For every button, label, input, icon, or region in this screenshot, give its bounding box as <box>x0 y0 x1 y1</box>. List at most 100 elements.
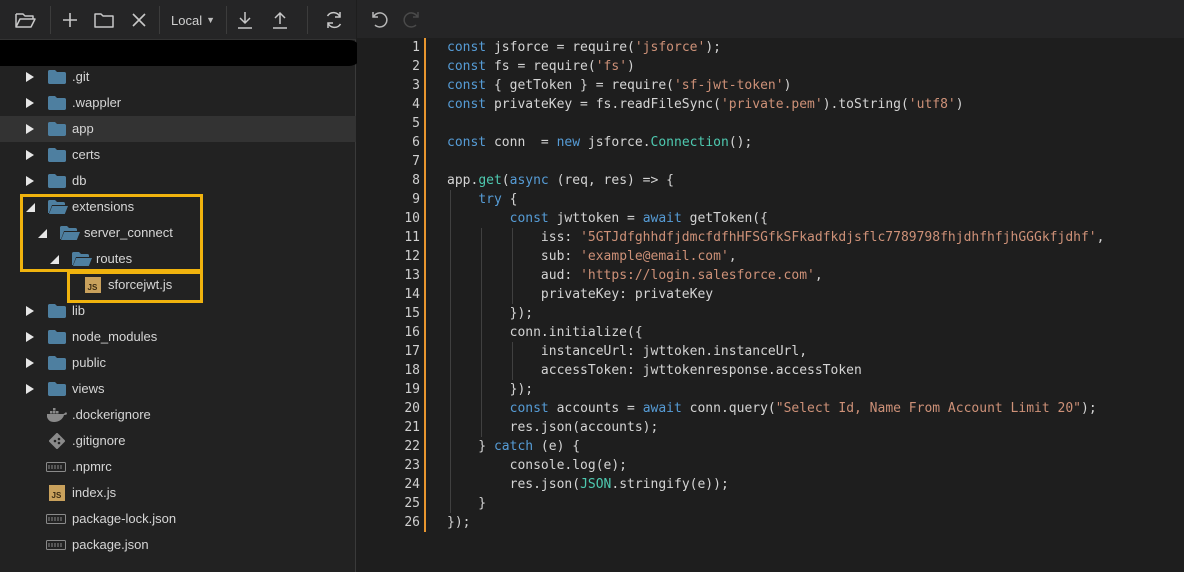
redo-icon[interactable] <box>402 9 422 29</box>
line-number: 15 <box>404 306 420 321</box>
close-icon[interactable] <box>129 8 149 32</box>
folder-public[interactable]: public <box>0 350 356 376</box>
line-number: 19 <box>404 382 420 397</box>
undo-icon[interactable] <box>369 9 389 29</box>
line-number: 8 <box>412 173 420 188</box>
folder-git[interactable]: .git <box>0 64 356 90</box>
code-text: } catch (e) { <box>447 439 581 454</box>
tree-item-label: .dockerignore <box>72 407 151 422</box>
code-editor: 1 const jsforce = require('jsforce'); 2 con… <box>357 0 1184 572</box>
svg-text:JS: JS <box>88 283 98 292</box>
folder-views[interactable]: views <box>0 376 356 402</box>
code-text: sub: 'example@email.com', <box>447 249 737 264</box>
file-package-lock-json[interactable]: package-lock.json <box>0 506 356 532</box>
tree-item-label: index.js <box>72 485 117 500</box>
code-line: 10 const jwttoken = await getToken({ <box>357 209 1184 228</box>
chevron-down-icon[interactable] <box>47 246 61 272</box>
code-area[interactable]: 1 const jsforce = require('jsforce'); 2 con… <box>357 38 1184 572</box>
line-number: 12 <box>404 249 420 264</box>
chevron-right-icon[interactable] <box>23 142 37 168</box>
open-folder-icon[interactable] <box>14 8 38 32</box>
git-icon <box>49 428 65 454</box>
code-text: aud: 'https://login.salesforce.com', <box>447 268 823 283</box>
tree-item-label: views <box>72 381 105 396</box>
folder-icon <box>48 64 66 90</box>
code-line: 2 const fs = require('fs') <box>357 57 1184 76</box>
chevron-right-icon[interactable] <box>23 90 37 116</box>
code-text: iss: '5GTJdfghhdfjdmcfdfhHFSGfkSFkadfkdj… <box>447 230 1105 245</box>
code-text: const conn = new jsforce.Connection(); <box>447 135 753 150</box>
line-number: 10 <box>404 211 420 226</box>
folder-extensions[interactable]: extensions <box>0 194 356 220</box>
folder-server-connect[interactable]: server_connect <box>0 220 356 246</box>
code-text: const fs = require('fs') <box>447 59 635 74</box>
folder-icon <box>48 142 66 168</box>
line-number: 9 <box>412 192 420 207</box>
code-text: app.get(async (req, res) => { <box>447 173 674 188</box>
docker-icon <box>46 402 68 428</box>
chevron-right-icon[interactable] <box>23 64 37 90</box>
folder-node-modules[interactable]: node_modules <box>0 324 356 350</box>
tree-item-label: .git <box>72 69 90 84</box>
new-folder-icon[interactable] <box>93 8 115 32</box>
file-icon <box>46 532 66 558</box>
indent-guide <box>450 190 451 513</box>
code-line: 22 } catch (e) { <box>357 437 1184 456</box>
line-number: 17 <box>404 344 420 359</box>
folder-open-icon <box>60 220 80 246</box>
folder-certs[interactable]: certs <box>0 142 356 168</box>
file-sforcejwt-js[interactable]: JS sforcejwt.js <box>0 272 356 298</box>
folder-icon <box>48 90 66 116</box>
folder-icon <box>48 168 66 194</box>
chevron-right-icon[interactable] <box>23 168 37 194</box>
file-package-json[interactable]: package.json <box>0 532 356 558</box>
svg-text:JS: JS <box>52 491 62 500</box>
chevron-down-icon: ▼ <box>206 15 215 25</box>
chevron-right-icon[interactable] <box>23 324 37 350</box>
chevron-right-icon[interactable] <box>23 298 37 324</box>
chevron-right-icon[interactable] <box>23 376 37 402</box>
folder-wappler[interactable]: .wappler <box>0 90 356 116</box>
file-explorer-panel: Local ▼ .git .wappler app certs db extensions… <box>0 0 362 572</box>
folder-app[interactable]: app <box>0 116 356 142</box>
code-line: 24 res.json(JSON.stringify(e)); <box>357 475 1184 494</box>
code-text: const jwttoken = await getToken({ <box>509 211 768 226</box>
refresh-icon[interactable] <box>322 8 346 32</box>
code-text: }); <box>447 306 534 321</box>
location-select[interactable]: Local ▼ <box>168 8 218 32</box>
code-text: console.log(e); <box>447 458 628 473</box>
chevron-down-icon[interactable] <box>35 220 49 246</box>
code-text: }); <box>447 382 534 397</box>
code-line: 9 try { <box>357 190 1184 209</box>
file-icon <box>46 506 66 532</box>
folder-db[interactable]: db <box>0 168 356 194</box>
chevron-right-icon[interactable] <box>23 116 37 142</box>
folder-lib[interactable]: lib <box>0 298 356 324</box>
tree-item-label: certs <box>72 147 101 162</box>
folder-routes[interactable]: routes <box>0 246 356 272</box>
line-number: 16 <box>404 325 420 340</box>
code-text: res.json(JSON.stringify(e)); <box>447 477 729 492</box>
line-number: 18 <box>404 363 420 378</box>
line-number: 11 <box>404 230 420 245</box>
upload-icon[interactable] <box>270 8 290 32</box>
file-index-js[interactable]: JS index.js <box>0 480 356 506</box>
tree-item-label: node_modules <box>72 329 158 344</box>
code-text: res.json(accounts); <box>447 420 659 435</box>
chevron-right-icon[interactable] <box>23 350 37 376</box>
code-text: try { <box>478 192 518 207</box>
line-number: 20 <box>404 401 420 416</box>
new-file-icon[interactable] <box>60 8 80 32</box>
download-icon[interactable] <box>235 8 255 32</box>
folder-icon <box>48 324 66 350</box>
tree-item-label: public <box>72 355 106 370</box>
chevron-down-icon[interactable] <box>23 194 37 220</box>
line-number: 2 <box>412 59 420 74</box>
tree-item-label: package.json <box>72 537 149 552</box>
code-line: 4 const privateKey = fs.readFileSync('pri… <box>357 95 1184 114</box>
file-icon <box>46 454 66 480</box>
file-gitignore[interactable]: .gitignore <box>0 428 356 454</box>
file-npmrc[interactable]: .npmrc <box>0 454 356 480</box>
line-number: 25 <box>404 496 420 511</box>
file-dockerignore[interactable]: .dockerignore <box>0 402 356 428</box>
